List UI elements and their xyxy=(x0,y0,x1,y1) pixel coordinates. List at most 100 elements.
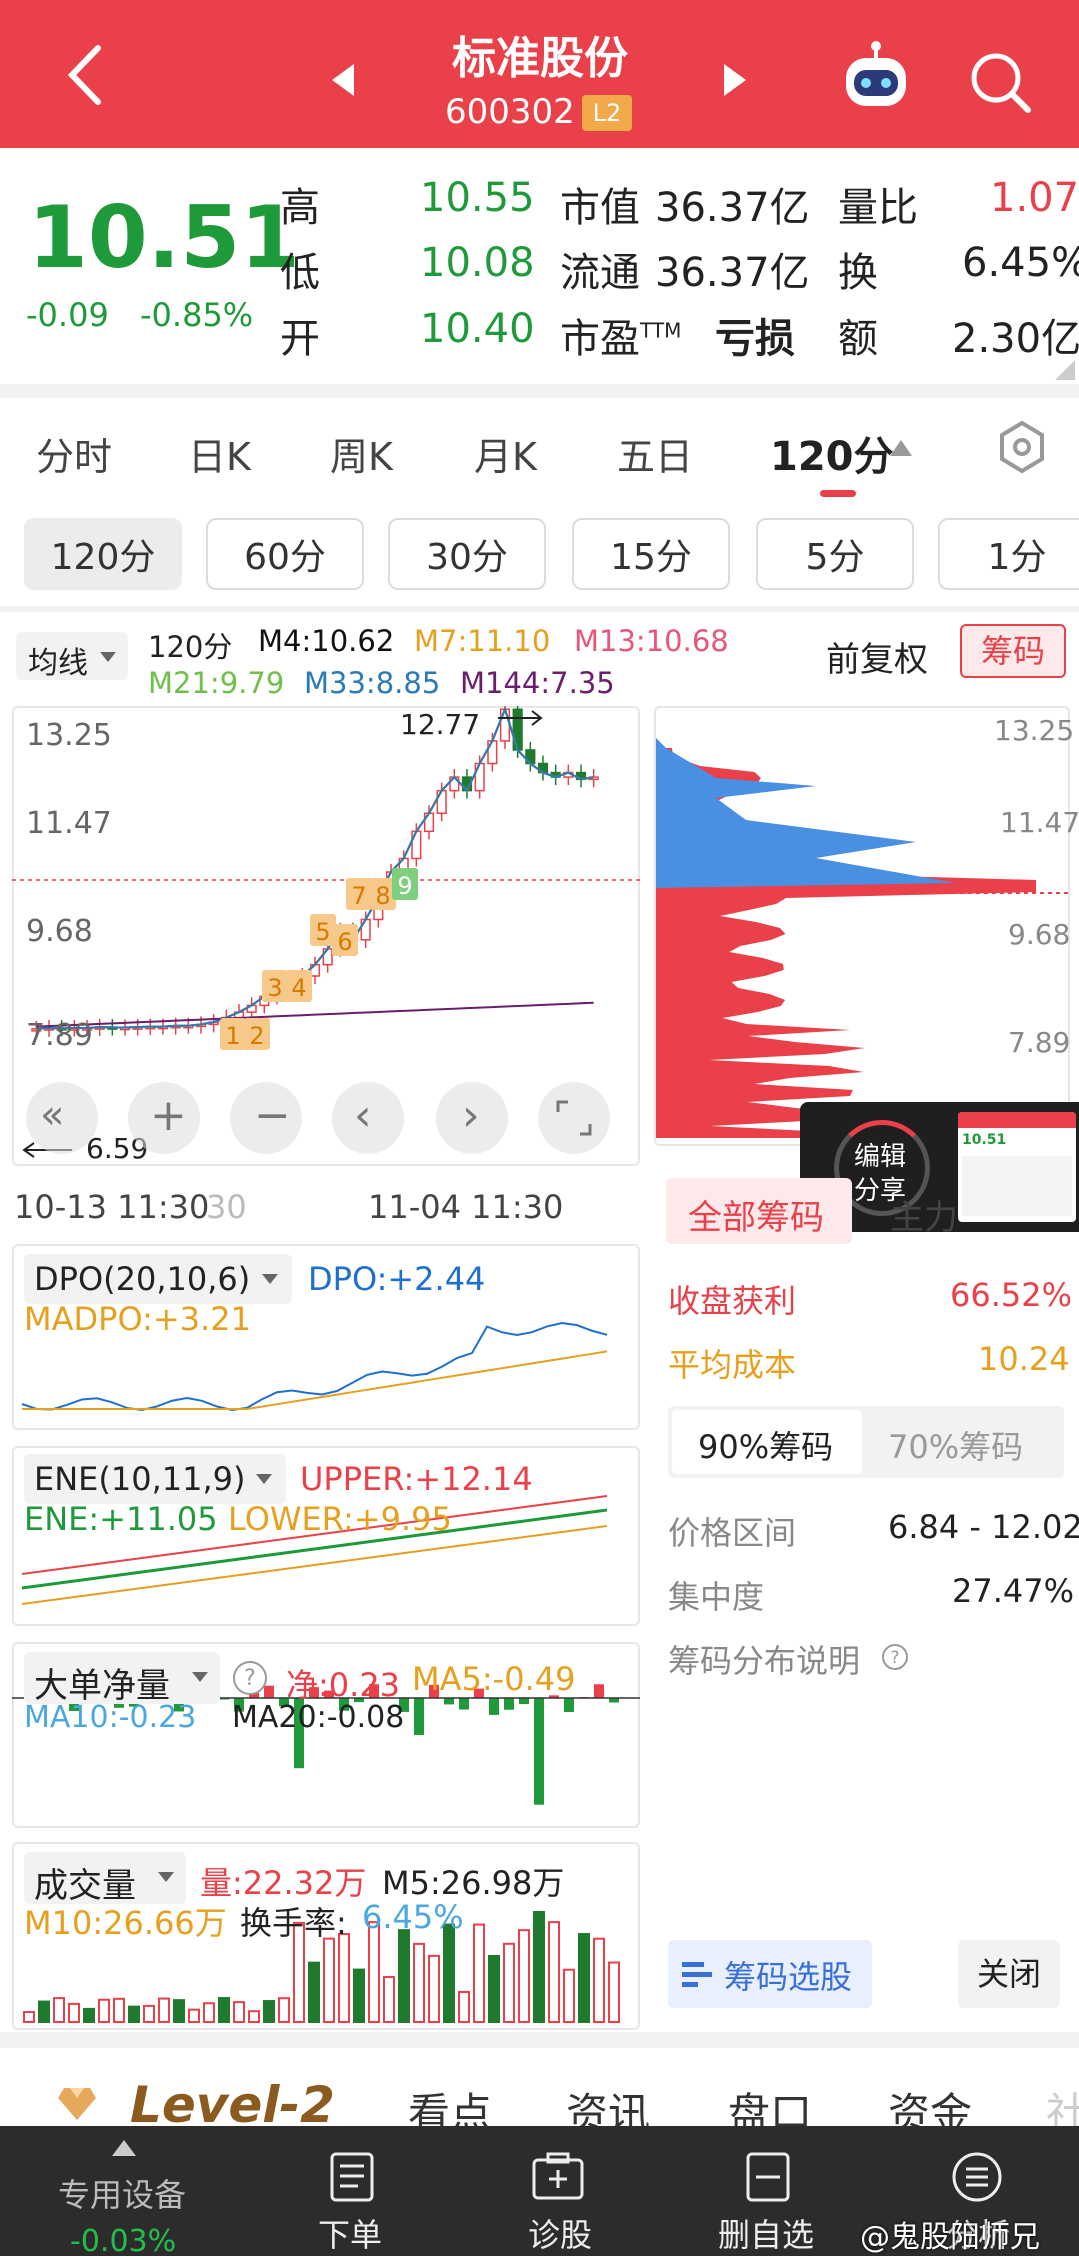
vol-turnover: 6.45% xyxy=(362,1898,464,1936)
corner-expand-icon xyxy=(1055,360,1075,380)
volume-bar xyxy=(608,1961,620,2023)
tab-weekly-k[interactable]: 周K xyxy=(330,426,393,481)
subtab-15min[interactable]: 15分 xyxy=(572,518,730,590)
signal-label: 7 xyxy=(351,882,366,910)
tab-timeshare[interactable]: 分时 xyxy=(36,426,112,481)
volume-bar xyxy=(218,1997,230,2024)
net-bar xyxy=(489,1698,499,1715)
volume-bar xyxy=(83,2007,95,2024)
turnover-value: 6.45% xyxy=(962,240,1079,286)
chip-select-label: 筹码选股 xyxy=(724,1958,853,1996)
tab-all-chips[interactable]: 全部筹码 xyxy=(666,1178,852,1244)
subtab-30min[interactable]: 30分 xyxy=(388,518,546,590)
scroll-left-button[interactable]: ‹ xyxy=(332,1082,404,1154)
candle-body xyxy=(411,830,422,860)
ma-line-144 xyxy=(36,1001,594,1028)
close-chip-panel-button[interactable]: 关闭 xyxy=(958,1940,1060,2008)
divider xyxy=(0,2032,1079,2048)
net-bar xyxy=(459,1698,469,1710)
big-order-selector[interactable]: 大单净量 xyxy=(24,1652,220,1706)
tab-daily-k[interactable]: 日K xyxy=(188,426,251,481)
fullscreen-button[interactable] xyxy=(538,1082,610,1154)
vol-turnover-label: 换手率: xyxy=(240,1904,347,1942)
volume-bar xyxy=(488,1954,500,2023)
robot-assistant-icon[interactable] xyxy=(838,40,914,116)
tab-90-chips[interactable]: 90%筹码 xyxy=(672,1410,862,1474)
stock-name: 标准股份 xyxy=(452,33,628,84)
subtab-5min[interactable]: 5分 xyxy=(756,518,914,590)
avg-cost-label: 平均成本 xyxy=(668,1346,797,1384)
thumb-header xyxy=(958,1112,1076,1128)
adjust-mode[interactable]: 前复权 xyxy=(826,632,928,681)
filter-list-icon xyxy=(682,1962,712,1987)
ene-lower: LOWER:+9.95 xyxy=(228,1500,452,1538)
zoom-out-button[interactable]: − xyxy=(230,1082,302,1154)
volume-bar xyxy=(53,1997,65,2024)
tab-monthly-k[interactable]: 月K xyxy=(474,426,537,481)
top-header: 标准股份 600302 L2 xyxy=(0,0,1079,148)
ene-selector[interactable]: ENE(10,11,9) xyxy=(24,1454,286,1504)
next-stock-icon[interactable] xyxy=(720,62,748,98)
ma-selector[interactable]: 均线 xyxy=(16,632,128,681)
fullscreen-icon xyxy=(556,1100,592,1136)
stock-code: 600302 xyxy=(445,92,575,132)
settings-hex-icon[interactable] xyxy=(998,420,1046,474)
caret-up-icon[interactable] xyxy=(112,2140,136,2156)
subtab-60min[interactable]: 60分 xyxy=(206,518,364,590)
prev-stock-icon[interactable] xyxy=(330,62,358,98)
pe-label: 市盈TTM xyxy=(560,316,682,362)
chip-y-tick-3: 9.68 xyxy=(1008,918,1071,951)
net-bar xyxy=(534,1698,544,1805)
chip-y-tick-4: 7.89 xyxy=(1008,1026,1071,1059)
tab-70-chips[interactable]: 70%筹码 xyxy=(888,1422,1023,1468)
dropdown-icon xyxy=(256,1474,272,1484)
scroll-right-button[interactable]: › xyxy=(436,1082,508,1154)
open-label: 开 xyxy=(280,316,320,362)
big-ma10: MA10:-0.23 xyxy=(24,1700,197,1735)
ene-mid: ENE:+11.05 xyxy=(24,1500,218,1538)
zoom-in-button[interactable]: + xyxy=(128,1082,200,1154)
volume-bar xyxy=(338,1933,350,2023)
signal-label: 8 xyxy=(375,882,390,910)
subtab-1min[interactable]: 1分 xyxy=(938,518,1079,590)
volume-bar xyxy=(368,1921,380,2023)
turnover-label: 换 xyxy=(838,250,878,296)
nav-diagnose[interactable]: 诊股 xyxy=(528,2210,592,2256)
search-icon[interactable] xyxy=(968,50,1034,116)
volume-bar xyxy=(188,2008,200,2024)
volume-bar xyxy=(113,1997,125,2023)
price-range-label: 价格区间 xyxy=(668,1514,797,1552)
volume-selector[interactable]: 成交量 xyxy=(24,1852,186,1906)
diamond-icon xyxy=(58,2088,96,2120)
chip-select-button[interactable]: 筹码选股 xyxy=(668,1940,872,2008)
chevron-right-icon: › xyxy=(462,1090,480,1141)
nav-order[interactable]: 下单 xyxy=(318,2210,382,2256)
help-icon[interactable]: ? xyxy=(880,1642,910,1672)
volume-bar xyxy=(548,1921,560,2023)
low-value: 10.08 xyxy=(420,240,535,286)
tab-120min[interactable]: 120分 xyxy=(770,424,894,482)
nav-remove-watchlist[interactable]: 删自选 xyxy=(718,2210,814,2256)
help-icon[interactable]: ? xyxy=(230,1658,270,1698)
tab-main-force[interactable]: 主力 xyxy=(890,1190,958,1239)
share-line1: 编辑 xyxy=(854,1142,907,1172)
chips-button[interactable]: 筹码 xyxy=(960,624,1066,678)
rewind-button[interactable]: « xyxy=(26,1082,98,1154)
period-tabs: 分时 日K 周K 月K 五日 120分 xyxy=(0,398,1079,508)
candle-body xyxy=(474,762,485,792)
volume-bar xyxy=(578,1933,590,2023)
chip-y-tick-1: 13.25 xyxy=(994,714,1075,747)
dpo-selector[interactable]: DPO(20,10,6) xyxy=(24,1254,292,1304)
tab-five-day[interactable]: 五日 xyxy=(617,426,693,481)
float-label: 流通 xyxy=(560,250,640,296)
net-bar xyxy=(444,1698,454,1705)
volume-bar xyxy=(233,2001,245,2024)
back-icon[interactable] xyxy=(60,40,110,110)
volume-bar xyxy=(563,1968,575,2023)
volratio-value: 1.07 xyxy=(990,175,1079,221)
subtab-120min[interactable]: 120分 xyxy=(24,518,182,590)
volume-bar xyxy=(143,2004,155,2023)
volume-bar xyxy=(128,2005,140,2024)
sector-name[interactable]: 专用设备 xyxy=(58,2170,186,2216)
chip-desc-link[interactable]: 筹码分布说明 xyxy=(668,1636,860,1682)
